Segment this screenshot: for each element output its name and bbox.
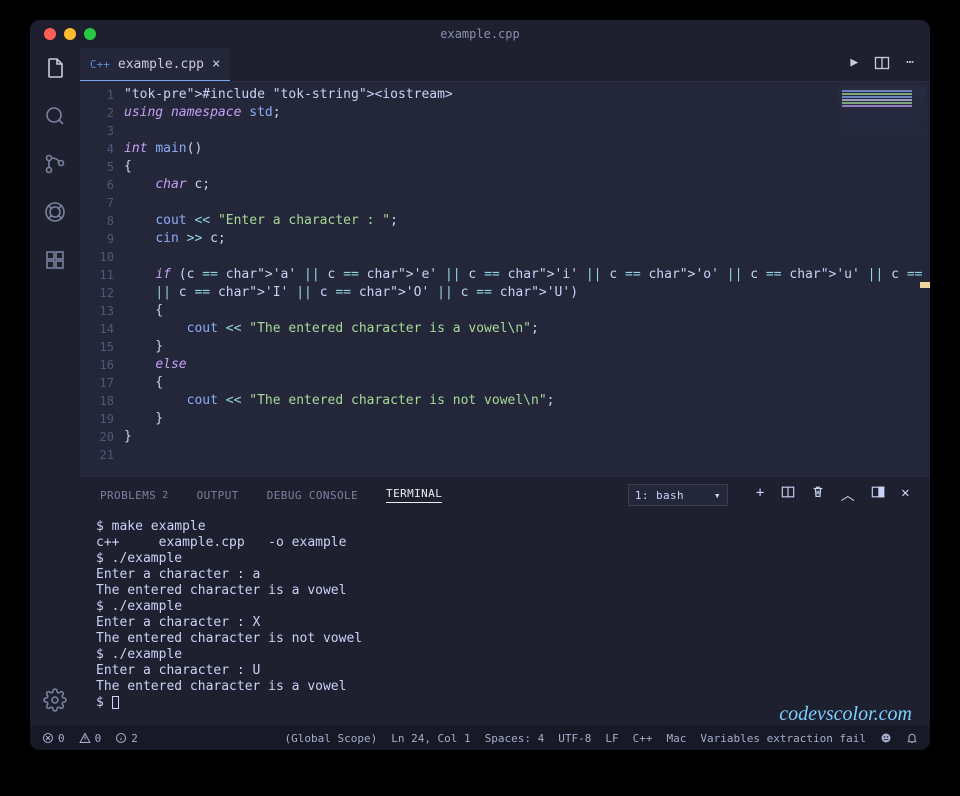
- status-scope[interactable]: (Global Scope): [284, 732, 377, 745]
- status-encoding[interactable]: UTF-8: [558, 732, 591, 745]
- maximize-panel-button[interactable]: ︿: [841, 485, 855, 505]
- status-language[interactable]: C++: [633, 732, 653, 745]
- watermark-text: codevscolor.com: [80, 703, 930, 726]
- overview-ruler-marker: [920, 282, 930, 288]
- close-panel-button[interactable]: ✕: [901, 485, 910, 505]
- status-errors[interactable]: 0: [42, 732, 65, 745]
- bell-icon[interactable]: [906, 732, 918, 744]
- app-window: example.cpp C++ example.cpp × ▶: [30, 20, 930, 750]
- status-indentation[interactable]: Spaces: 4: [485, 732, 545, 745]
- line-number-gutter: 123456789101112131415161718192021: [80, 82, 124, 476]
- feedback-icon[interactable]: [880, 732, 892, 744]
- explorer-icon[interactable]: [43, 56, 67, 80]
- activity-bar: [30, 48, 80, 726]
- panel-tab-debug-console[interactable]: DEBUG CONSOLE: [267, 489, 358, 502]
- info-icon: [115, 732, 127, 744]
- code-editor[interactable]: 123456789101112131415161718192021 "tok-p…: [80, 82, 930, 476]
- titlebar: example.cpp: [30, 20, 930, 48]
- minimap[interactable]: [838, 86, 926, 146]
- run-code-button[interactable]: ▶: [850, 55, 858, 75]
- status-message[interactable]: Variables extraction fail: [700, 732, 866, 745]
- status-info[interactable]: 2: [115, 732, 138, 745]
- editor-tabs: C++ example.cpp × ▶ ⋯: [80, 48, 930, 82]
- editor-actions: ▶ ⋯: [850, 55, 930, 75]
- status-bar: 0 0 2 (Global Scope) Ln 24, Col 1 Spaces…: [30, 726, 930, 750]
- debug-icon[interactable]: [43, 200, 67, 224]
- panel-tabs: PROBLEMS 2 OUTPUT DEBUG CONSOLE TERMINAL…: [80, 477, 930, 513]
- search-icon[interactable]: [43, 104, 67, 128]
- panel-tab-output[interactable]: OUTPUT: [197, 489, 239, 502]
- cpp-file-icon: C++: [90, 58, 110, 71]
- status-warnings[interactable]: 0: [79, 732, 102, 745]
- window-title: example.cpp: [440, 27, 519, 41]
- minimize-window-button[interactable]: [64, 28, 76, 40]
- split-terminal-button[interactable]: [781, 485, 795, 505]
- tab-example-cpp[interactable]: C++ example.cpp ×: [80, 48, 230, 81]
- terminal-output[interactable]: $ make examplec++ example.cpp -o example…: [80, 513, 930, 725]
- problems-count-badge: 2: [162, 490, 168, 501]
- dropdown-arrow-icon: ▾: [714, 489, 721, 502]
- kill-terminal-button[interactable]: [811, 485, 825, 505]
- error-icon: [42, 732, 54, 744]
- status-cursor-position[interactable]: Ln 24, Col 1: [391, 732, 470, 745]
- split-editor-button[interactable]: [874, 55, 890, 75]
- bottom-panel: PROBLEMS 2 OUTPUT DEBUG CONSOLE TERMINAL…: [80, 476, 930, 726]
- settings-gear-icon[interactable]: [43, 688, 67, 712]
- close-window-button[interactable]: [44, 28, 56, 40]
- close-tab-button[interactable]: ×: [212, 56, 220, 72]
- source-control-icon[interactable]: [43, 152, 67, 176]
- more-actions-button[interactable]: ⋯: [906, 55, 914, 75]
- status-eol[interactable]: LF: [605, 732, 618, 745]
- toggle-panel-right-button[interactable]: [871, 485, 885, 505]
- extensions-icon[interactable]: [43, 248, 67, 272]
- warning-icon: [79, 732, 91, 744]
- terminal-selector[interactable]: 1: bash ▾: [628, 484, 728, 506]
- panel-tab-problems[interactable]: PROBLEMS 2: [100, 489, 169, 502]
- traffic-lights: [30, 28, 96, 40]
- status-os[interactable]: Mac: [667, 732, 687, 745]
- new-terminal-button[interactable]: +: [756, 485, 765, 505]
- maximize-window-button[interactable]: [84, 28, 96, 40]
- tab-label: example.cpp: [118, 57, 204, 72]
- panel-tab-terminal[interactable]: TERMINAL: [386, 487, 442, 503]
- code-content[interactable]: "tok-pre">#include "tok-string"><iostrea…: [124, 82, 930, 476]
